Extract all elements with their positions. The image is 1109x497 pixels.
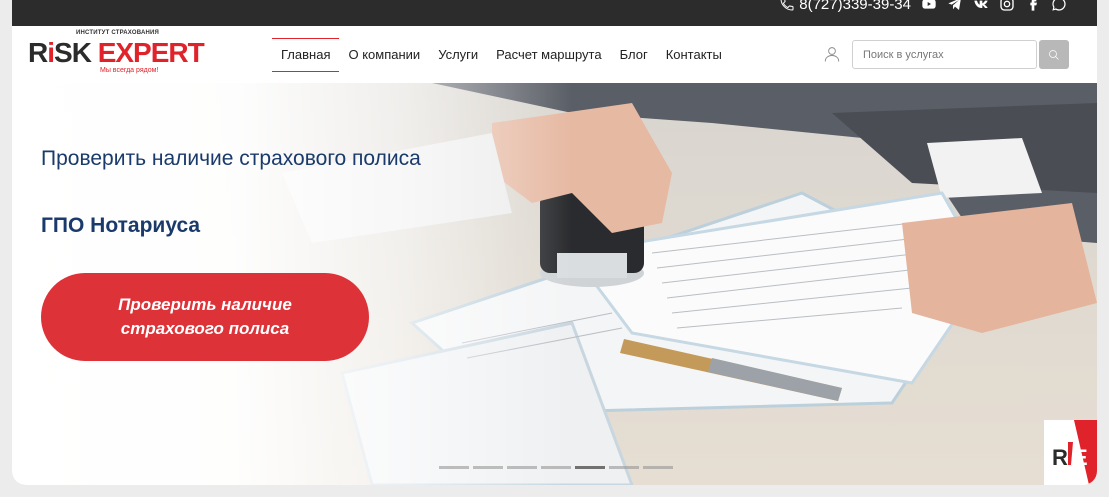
whatsapp-icon[interactable] [1051, 0, 1067, 12]
logo-wordmark: RiSK EXPERT [28, 37, 205, 68]
svg-text:E: E [1073, 445, 1088, 470]
hero-slider: Проверить наличие страхового полиса ГПО … [12, 83, 1097, 485]
logo-subtitle: ИНСТИТУТ СТРАХОВАНИЯ [76, 30, 160, 36]
facebook-icon[interactable] [1025, 0, 1041, 12]
nav-item-blog[interactable]: Блог [611, 42, 657, 68]
phone-number: 8(727)339-39-34 [799, 0, 911, 13]
main-nav: Главная О компании Услуги Расчет маршрут… [272, 38, 731, 72]
check-policy-button[interactable]: Проверить наличие страхового полиса [41, 273, 369, 361]
company-logo[interactable]: ИНСТИТУТ СТРАХОВАНИЯ RiSK EXPERT Мы всег… [28, 30, 205, 78]
user-account-icon[interactable] [823, 45, 841, 63]
nav-item-home[interactable]: Главная [272, 38, 340, 72]
phone-icon [780, 0, 794, 11]
nav-item-contacts[interactable]: Контакты [657, 42, 731, 68]
search-icon [1049, 49, 1059, 60]
youtube-icon[interactable] [921, 0, 937, 12]
vk-icon[interactable] [973, 0, 989, 12]
slider-dot[interactable] [473, 466, 503, 469]
slider-dot[interactable] [507, 466, 537, 469]
riskexpert-badge[interactable]: R E [1044, 420, 1097, 485]
hero-subtitle: ГПО Нотариуса [41, 214, 201, 237]
browser-viewport: 8(727)339-39-34 ИНСТИТУТ СТРАХОВАНИЯ RiS… [12, 0, 1097, 485]
nav-item-route[interactable]: Расчет маршрута [487, 42, 610, 68]
telegram-icon[interactable] [947, 0, 963, 12]
nav-item-services[interactable]: Услуги [429, 42, 487, 68]
slider-dot[interactable] [609, 466, 639, 469]
search-button[interactable] [1039, 40, 1069, 69]
phone-link[interactable]: 8(727)339-39-34 [779, 0, 911, 13]
slider-dot[interactable] [575, 466, 605, 469]
slider-dot[interactable] [439, 466, 469, 469]
hero-title: Проверить наличие страхового полиса [41, 147, 421, 170]
slider-dot[interactable] [541, 466, 571, 469]
riskexpert-badge-icon: R E [1044, 420, 1097, 485]
site-header: ИНСТИТУТ СТРАХОВАНИЯ RiSK EXPERT Мы всег… [12, 26, 1097, 83]
top-contact-bar: 8(727)339-39-34 [12, 0, 1097, 26]
logo-slogan: Мы всегда рядом! [100, 67, 159, 74]
svg-text:R: R [1052, 445, 1068, 470]
contact-links: 8(727)339-39-34 [779, 0, 1067, 14]
nav-item-about[interactable]: О компании [339, 42, 429, 68]
search-input[interactable] [852, 40, 1037, 69]
slider-dot[interactable] [643, 466, 673, 469]
instagram-icon[interactable] [999, 0, 1015, 12]
slider-pagination [439, 466, 673, 469]
